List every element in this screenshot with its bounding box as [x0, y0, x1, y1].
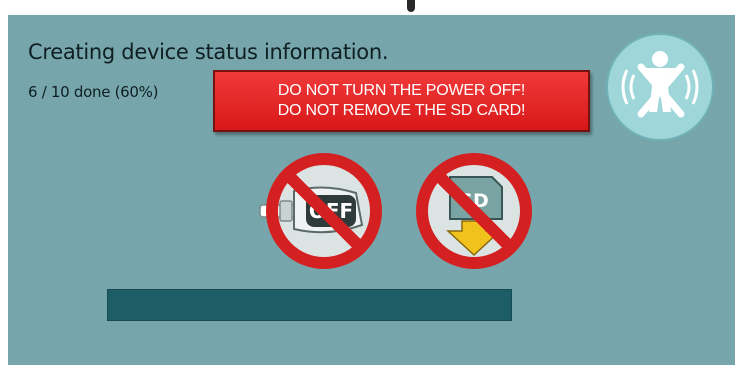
progress-bar-fill [107, 289, 512, 321]
no-power-off-icon: OFF [259, 153, 382, 269]
warning-sd-text: DO NOT REMOVE THE SD CARD! [277, 102, 526, 119]
warning-power-text: DO NOT TURN THE POWER OFF! [277, 82, 526, 99]
warning-banner: DO NOT TURN THE POWER OFF! DO NOT REMOVE… [213, 70, 590, 132]
status-title: Creating device status information. [28, 40, 389, 64]
progress-bar [107, 289, 512, 321]
wireless-device-icon [606, 33, 714, 141]
title-bar-stub [407, 0, 415, 12]
no-sd-removal-icon: SD [416, 153, 532, 269]
progress-count: 6 / 10 done (60%) [28, 83, 159, 101]
screen: Creating device status information. 6 / … [0, 0, 743, 367]
